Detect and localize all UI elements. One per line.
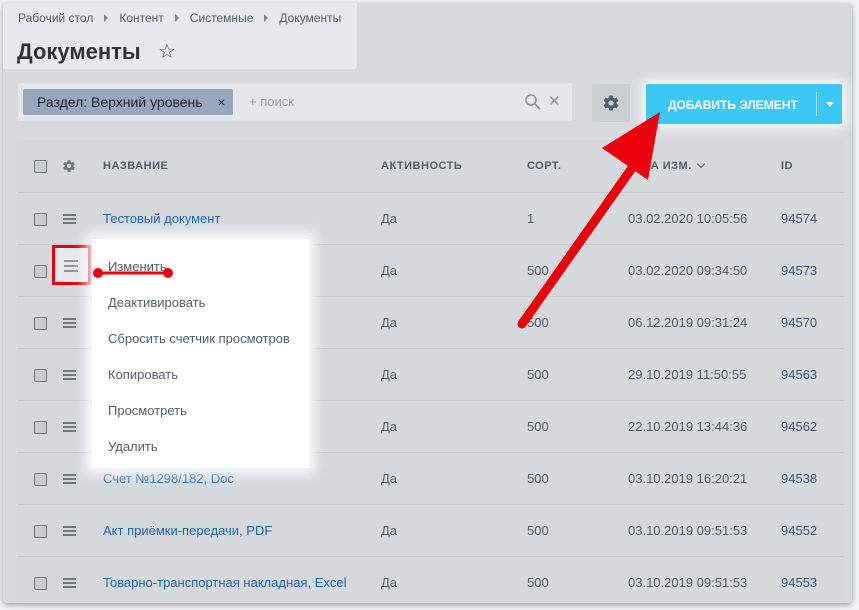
button-divider xyxy=(816,92,817,116)
cell-sort: 500 xyxy=(527,575,549,590)
search-input[interactable]: + поиск xyxy=(249,94,294,109)
menu-icon[interactable] xyxy=(63,474,76,484)
cell-date: 03.10.2019 16:20:21 xyxy=(628,471,748,486)
cell-sort: 500 xyxy=(527,367,549,382)
row-checkbox[interactable] xyxy=(34,265,47,278)
menu-icon[interactable] xyxy=(63,526,76,536)
cell-date: 03.02.2020 10:05:56 xyxy=(628,211,748,226)
menu-item-view[interactable]: Просмотреть xyxy=(108,403,187,418)
row-checkbox[interactable] xyxy=(34,369,47,382)
cell-date: 03.02.2020 09:34:50 xyxy=(628,263,748,278)
breadcrumb-item-desktop[interactable]: Рабочий стол xyxy=(18,11,93,25)
chevron-down-icon xyxy=(696,159,706,169)
gear-icon xyxy=(603,95,619,111)
cell-id[interactable]: 94573 xyxy=(781,245,817,297)
column-header-id[interactable]: ID xyxy=(781,140,793,192)
filter-search-bar[interactable]: Раздел: Верхний уровень × + поиск ✕ xyxy=(18,83,572,121)
cell-id[interactable]: 94538 xyxy=(781,453,817,505)
row-checkbox[interactable] xyxy=(34,213,47,226)
search-icon[interactable] xyxy=(524,93,542,111)
gear-icon[interactable] xyxy=(62,159,76,173)
menu-item-delete[interactable]: Удалить xyxy=(108,439,158,454)
menu-item-reset-views[interactable]: Сбросить счетчик просмотров xyxy=(108,331,290,346)
cell-active: Да xyxy=(381,367,398,382)
cell-active: Да xyxy=(381,211,398,226)
table-row[interactable]: Товарно-транспортная накладная, Excel Да… xyxy=(18,556,844,603)
document-name-link[interactable]: Акт приёмки-передачи, PDF xyxy=(103,505,272,557)
cell-sort: 1 xyxy=(527,211,535,226)
cell-sort: 500 xyxy=(527,523,549,538)
clear-icon[interactable]: ✕ xyxy=(548,92,561,110)
chevron-down-icon[interactable] xyxy=(826,102,834,107)
cell-date: 06.12.2019 09:31:24 xyxy=(628,315,748,330)
row-checkbox[interactable] xyxy=(34,577,47,590)
cell-sort: 500 xyxy=(527,419,549,434)
cell-sort: 500 xyxy=(527,315,549,330)
row-context-menu: Изменить Деактивировать Сбросить счетчик… xyxy=(92,239,309,468)
filter-chip-label: Раздел: Верхний уровень xyxy=(37,94,203,110)
cell-active: Да xyxy=(381,471,398,486)
column-header-date[interactable]: ДАТА ИЗМ. xyxy=(628,140,706,192)
table-header: НАЗВАНИЕ АКТИВНОСТЬ СОРТ. ДАТА ИЗМ. ID xyxy=(18,140,844,192)
cell-id[interactable]: 94563 xyxy=(781,349,817,401)
row-actions-highlight[interactable] xyxy=(52,245,91,285)
chevron-right-icon xyxy=(104,14,109,22)
cell-id[interactable]: 94553 xyxy=(781,557,817,603)
menu-icon[interactable] xyxy=(63,318,76,328)
cell-active: Да xyxy=(381,263,398,278)
column-header-active[interactable]: АКТИВНОСТЬ xyxy=(381,140,462,192)
menu-icon[interactable] xyxy=(63,214,76,224)
menu-item-edit[interactable]: Изменить xyxy=(108,259,167,274)
document-name-link[interactable]: Товарно-транспортная накладная, Excel xyxy=(103,557,347,603)
table-row[interactable]: Акт приёмки-передачи, PDF Да 500 03.10.2… xyxy=(18,504,844,557)
cell-id[interactable]: 94574 xyxy=(781,193,817,245)
cell-id[interactable]: 94552 xyxy=(781,505,817,557)
column-header-name[interactable]: НАЗВАНИЕ xyxy=(103,140,168,192)
column-header-sort[interactable]: СОРТ. xyxy=(527,140,561,192)
chevron-right-icon xyxy=(264,14,269,22)
add-element-button[interactable]: ДОБАВИТЬ ЭЛЕМЕНТ xyxy=(646,84,842,124)
menu-icon[interactable] xyxy=(64,260,78,275)
chevron-right-icon xyxy=(174,14,179,22)
row-checkbox[interactable] xyxy=(34,421,47,434)
page-title: Документы xyxy=(17,39,141,64)
row-checkbox[interactable] xyxy=(34,525,47,538)
cell-date: 03.10.2019 09:51:53 xyxy=(628,523,748,538)
row-checkbox[interactable] xyxy=(34,473,47,486)
cell-active: Да xyxy=(381,575,398,590)
menu-icon[interactable] xyxy=(63,578,76,588)
cell-sort: 500 xyxy=(527,471,549,486)
column-header-date-label: ДАТА ИЗМ. xyxy=(628,160,692,172)
app-window: Рабочий стол Контент Системные Документы… xyxy=(3,3,852,603)
close-icon[interactable]: × xyxy=(217,89,225,115)
cell-id[interactable]: 94570 xyxy=(781,297,817,349)
cell-date: 29.10.2019 11:50:55 xyxy=(628,367,747,382)
add-element-label: ДОБАВИТЬ ЭЛЕМЕНТ xyxy=(668,98,798,112)
breadcrumb-item-content[interactable]: Контент xyxy=(119,11,163,25)
menu-item-deactivate[interactable]: Деактивировать xyxy=(108,295,205,310)
cell-active: Да xyxy=(381,419,398,434)
select-all-checkbox[interactable] xyxy=(34,160,47,173)
cell-sort: 500 xyxy=(527,263,549,278)
breadcrumb-item-system[interactable]: Системные xyxy=(190,11,254,25)
row-checkbox[interactable] xyxy=(34,317,47,330)
cell-active: Да xyxy=(381,523,398,538)
cell-active: Да xyxy=(381,315,398,330)
cell-id[interactable]: 94562 xyxy=(781,401,817,453)
page-header: Рабочий стол Контент Системные Документы… xyxy=(3,3,357,69)
menu-icon[interactable] xyxy=(63,422,76,432)
document-name-link[interactable]: Тестовый документ xyxy=(103,193,220,245)
table-row[interactable]: Тестовый документ Да 1 03.02.2020 10:05:… xyxy=(18,192,844,245)
filter-chip[interactable]: Раздел: Верхний уровень × xyxy=(23,89,233,115)
settings-button[interactable] xyxy=(592,84,630,122)
cell-date: 22.10.2019 13:44:36 xyxy=(628,419,748,434)
breadcrumb: Рабочий стол Контент Системные Документы xyxy=(18,11,341,25)
star-icon[interactable]: ☆ xyxy=(158,42,176,62)
menu-item-copy[interactable]: Копировать xyxy=(108,367,178,382)
menu-icon[interactable] xyxy=(63,370,76,380)
breadcrumb-item-documents[interactable]: Документы xyxy=(279,11,341,25)
cell-date: 03.10.2019 09:51:53 xyxy=(628,575,748,590)
